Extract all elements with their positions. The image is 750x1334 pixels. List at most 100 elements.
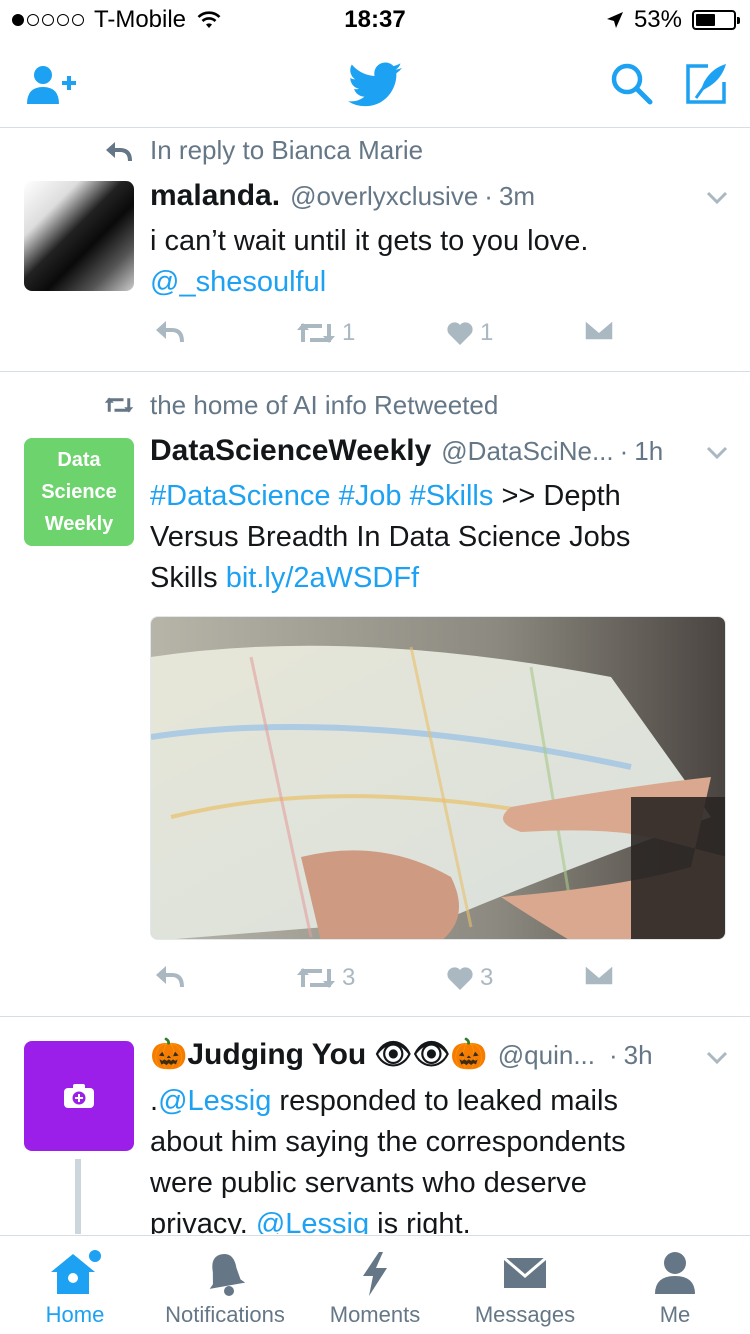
username[interactable]: @quin...: [498, 1040, 595, 1071]
camera-icon: [64, 1084, 94, 1108]
timeline-feed[interactable]: In reply to Bianca Marie malanda. @overl…: [0, 129, 750, 1234]
tab-me[interactable]: Me: [600, 1236, 750, 1334]
twitter-bird-icon: [348, 62, 402, 107]
mention-link[interactable]: @Lessig: [256, 1208, 369, 1234]
home-icon: [51, 1250, 101, 1294]
tab-moments[interactable]: Moments: [300, 1236, 450, 1334]
mention-link[interactable]: @_shesoulful: [150, 266, 326, 298]
bottom-tab-bar: Home Notifications Moments Messages Me: [0, 1235, 750, 1334]
retweet-icon: [297, 323, 335, 343]
tweet-text-line: Versus Breadth In Data Science Jobs: [150, 521, 631, 553]
retweet-count: 1: [342, 319, 356, 346]
twitter-logo[interactable]: [348, 62, 402, 113]
search-button[interactable]: [610, 62, 654, 111]
reply-icon: [156, 966, 184, 988]
tweet[interactable]: In reply to Bianca Marie malanda. @overl…: [0, 129, 750, 372]
envelope-icon: [584, 964, 614, 986]
hashtag-link[interactable]: #Skills: [410, 480, 494, 512]
tab-messages[interactable]: Messages: [450, 1236, 600, 1334]
tweet-header: 🎃 Judging You 👁👁🎃 @quin... · 3h: [150, 1037, 690, 1072]
tweet-text-line: about him saying the correspondents: [150, 1126, 626, 1158]
display-name[interactable]: malanda.: [150, 179, 280, 213]
display-name[interactable]: Judging You: [187, 1038, 366, 1072]
tweet-text-fragment: Skills: [150, 562, 218, 594]
avatar[interactable]: [24, 181, 134, 291]
avatar-text-line: Data: [57, 449, 101, 471]
lightning-icon: [363, 1252, 387, 1296]
chevron-down-icon[interactable]: [706, 191, 728, 205]
username[interactable]: @DataSciNe...: [441, 436, 613, 467]
tab-label: Home: [45, 1302, 105, 1327]
mention-link[interactable]: @Lessig: [158, 1085, 271, 1117]
map-photo: [151, 617, 725, 939]
tweet-header: DataScienceWeekly @DataSciNe... · 1h: [150, 434, 690, 468]
battery-percent: 53%: [633, 6, 682, 33]
tab-label: Me: [659, 1302, 691, 1327]
tweet-header: malanda. @overlyxclusive · 3m: [150, 179, 726, 213]
location-arrow-icon: [606, 12, 623, 28]
tweet-text-fragment: >> Depth: [501, 480, 621, 512]
direct-message-button[interactable]: [584, 964, 614, 986]
avatar[interactable]: Data Science Weekly: [24, 438, 134, 546]
reply-context[interactable]: In reply to Bianca Marie: [150, 135, 423, 166]
tab-home[interactable]: Home: [0, 1236, 150, 1334]
tweet[interactable]: the home of AI info Retweeted Data Scien…: [0, 372, 750, 1017]
reply-button[interactable]: [154, 964, 184, 988]
tweet-text-line: were public servants who deserve: [150, 1167, 587, 1199]
chevron-down-icon[interactable]: [706, 1051, 728, 1065]
tab-label: Messages: [474, 1302, 576, 1327]
tab-notifications[interactable]: Notifications: [150, 1236, 300, 1334]
separator: ·: [484, 181, 493, 211]
tweet-text: i can’t wait until it gets to you love. …: [150, 221, 720, 303]
avatar[interactable]: [24, 1041, 134, 1151]
hashtag-link[interactable]: #DataScience: [150, 480, 331, 512]
envelope-icon: [503, 1256, 547, 1288]
retweet-context[interactable]: the home of AI info Retweeted: [150, 390, 498, 421]
add-user-button[interactable]: [26, 64, 78, 111]
tweet-text-fragment: is right.: [377, 1208, 471, 1234]
timestamp[interactable]: 3h: [624, 1040, 653, 1071]
person-icon: [655, 1252, 695, 1294]
reply-button[interactable]: [154, 319, 184, 343]
tweet-actions: 1 1: [150, 319, 650, 359]
heart-icon: [447, 967, 473, 990]
timestamp[interactable]: 3m: [499, 181, 535, 212]
username[interactable]: @overlyxclusive: [290, 181, 478, 212]
display-name[interactable]: DataScienceWeekly: [150, 434, 431, 468]
compose-icon: [686, 64, 726, 104]
status-bar: T-Mobile 18:37 53%: [0, 0, 750, 40]
envelope-icon: [584, 319, 614, 341]
search-icon: [611, 63, 653, 105]
top-navigation-bar: [0, 40, 750, 128]
like-count: 3: [480, 964, 494, 991]
retweet-count: 3: [342, 964, 356, 991]
reply-icon: [156, 321, 184, 343]
direct-message-button[interactable]: [584, 319, 614, 341]
separator: ·: [619, 436, 629, 466]
emoji-suffix: 👁👁🎃: [374, 1038, 488, 1071]
retweet-button[interactable]: 3: [296, 964, 355, 992]
avatar-text-line: Science: [41, 481, 117, 503]
tweet[interactable]: 🎃 Judging You 👁👁🎃 @quin... · 3h .@Lessig…: [0, 1017, 750, 1234]
hashtag-link[interactable]: #Job: [339, 480, 402, 512]
url-link[interactable]: bit.ly/2aWSDFf: [226, 562, 419, 594]
retweet-button[interactable]: 1: [296, 319, 355, 347]
tab-label: Moments: [329, 1302, 421, 1327]
separator: ·: [609, 1040, 618, 1070]
chevron-down-icon[interactable]: [706, 446, 728, 460]
retweet-context-icon: [104, 397, 134, 413]
timestamp[interactable]: 1h: [634, 436, 663, 467]
compose-tweet-button[interactable]: [684, 62, 728, 111]
like-button[interactable]: 3: [446, 964, 493, 992]
media-image[interactable]: [150, 616, 726, 940]
like-button[interactable]: 1: [446, 319, 493, 347]
tweet-actions: 3 3: [150, 964, 650, 1004]
tab-label: Notifications: [165, 1302, 285, 1327]
heart-icon: [447, 322, 473, 345]
bell-icon: [209, 1254, 246, 1296]
add-user-icon: [27, 66, 76, 104]
retweet-icon: [297, 968, 335, 988]
tweet-text-line: i can’t wait until it gets to you love.: [150, 225, 589, 257]
tweet-text-fragment: privacy.: [150, 1208, 248, 1234]
tweet-text-fragment: .: [150, 1085, 159, 1117]
